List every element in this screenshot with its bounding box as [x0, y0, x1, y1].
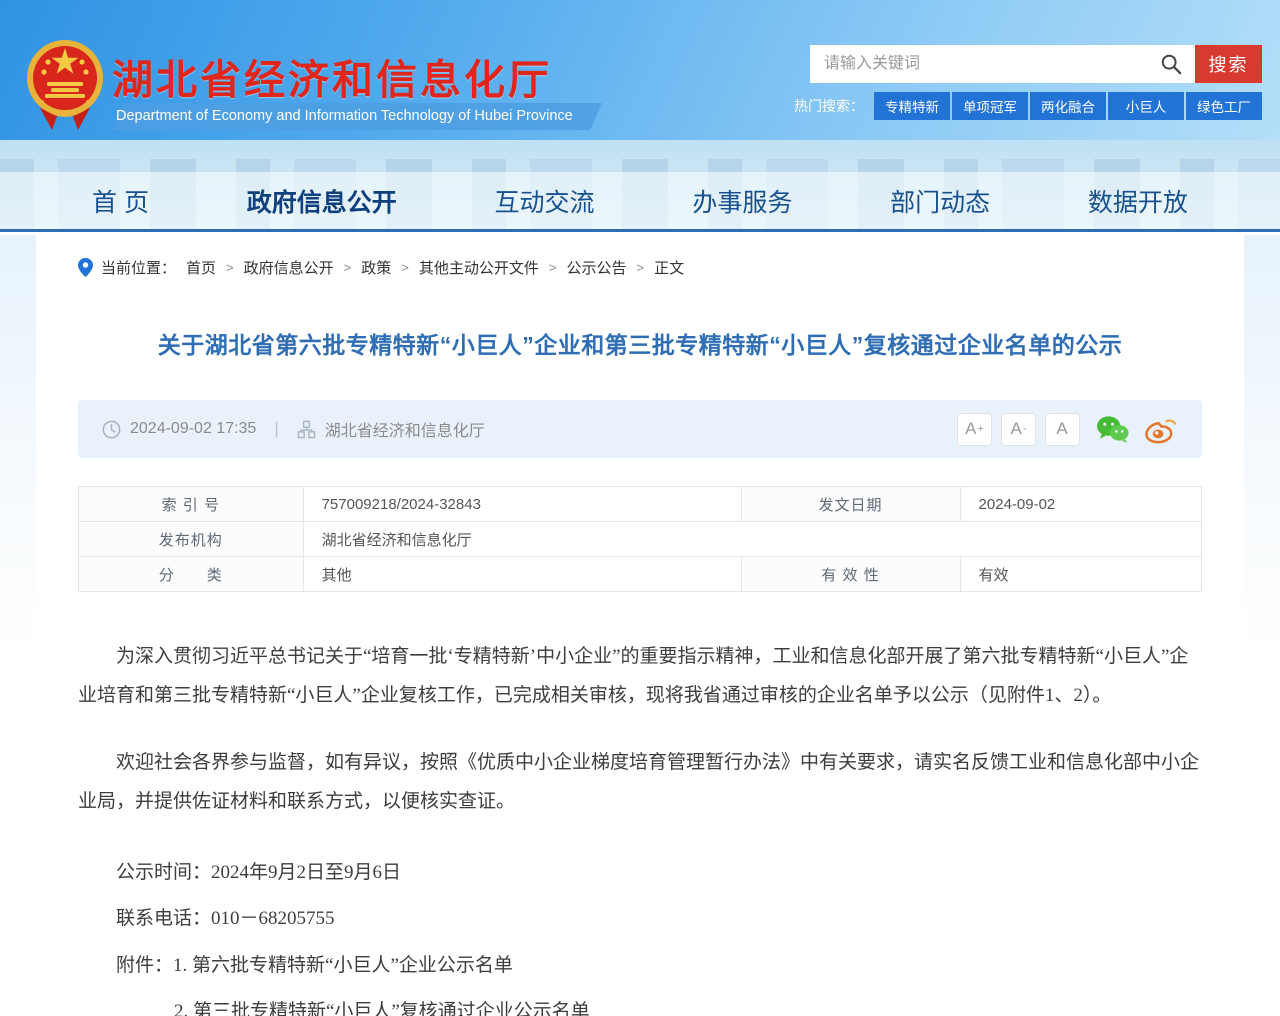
location-pin-icon: [78, 258, 93, 277]
main-nav: 首 页 政府信息公开 互动交流 办事服务 部门动态 数据开放: [0, 172, 1280, 229]
hot-search-row: 热门搜索： 专精特新 单项冠军 两化融合 小巨人 绿色工厂: [794, 92, 1262, 120]
table-row: 索 引 号 757009218/2024-32843 发文日期 2024-09-…: [79, 487, 1202, 522]
hot-tag-lianghuaronghe[interactable]: 两化融合: [1030, 92, 1106, 120]
source-org-icon: [297, 420, 316, 439]
validity-label: 有 效 性: [741, 557, 960, 592]
search-bar: 搜索: [810, 45, 1262, 83]
site-header: 湖北省经济和信息化厅 Department of Economy and Inf…: [0, 0, 1280, 140]
hot-tag-lvsegongchang[interactable]: 绿色工厂: [1186, 92, 1262, 120]
index-number-label: 索 引 号: [79, 487, 304, 522]
page: 湖北省经济和信息化厅 Department of Economy and Inf…: [0, 0, 1280, 1016]
contact-phone-line: 联系电话：010－68205755: [78, 896, 1202, 943]
table-row: 分 类 其他 有 效 性 有效: [79, 557, 1202, 592]
crumb-separator: >: [344, 260, 352, 275]
publisher-label: 发布机构: [79, 522, 304, 557]
issue-date-value: 2024-09-02: [960, 487, 1201, 522]
site-subtitle: Department of Economy and Information Te…: [112, 103, 590, 130]
category-value: 其他: [303, 557, 741, 592]
font-decrease-button[interactable]: A-: [1001, 413, 1036, 446]
meta-right: A+ A- A: [948, 413, 1178, 446]
table-row: 发布机构 湖北省经济和信息化厅: [79, 522, 1202, 557]
meta-divider: |: [274, 419, 278, 439]
document-info-table: 索 引 号 757009218/2024-32843 发文日期 2024-09-…: [78, 486, 1202, 592]
nav-item-services[interactable]: 办事服务: [692, 183, 792, 219]
validity-value: 有效: [960, 557, 1201, 592]
hot-tag-zhuanjingtexin[interactable]: 专精特新: [874, 92, 950, 120]
hot-tag-danxiangguanjun[interactable]: 单项冠军: [952, 92, 1028, 120]
meta-left: 2024-09-02 17:35 | 湖北省经济和信息化厅: [102, 417, 485, 441]
article-card: 当前位置： 首页 > 政府信息公开 > 政策 > 其他主动公开文件 > 公示公告…: [36, 235, 1244, 1016]
nav-item-home[interactable]: 首 页: [92, 183, 149, 219]
publish-source: 湖北省经济和信息化厅: [325, 417, 485, 441]
crumb-policy[interactable]: 政策: [361, 257, 391, 278]
crumb-current-article: 正文: [654, 257, 684, 278]
attachment-link-2[interactable]: 2. 第三批专精特新“小巨人”复核通过企业公示名单: [78, 989, 1202, 1016]
notice-time-line: 公示时间：2024年9月2日至9月6日: [78, 850, 1202, 897]
font-increase-button[interactable]: A+: [957, 413, 992, 446]
content-background: 当前位置： 首页 > 政府信息公开 > 政策 > 其他主动公开文件 > 公示公告…: [0, 235, 1280, 1016]
hot-tag-xiaojuren[interactable]: 小巨人: [1108, 92, 1184, 120]
site-title: 湖北省经济和信息化厅: [112, 46, 552, 106]
search-input[interactable]: [810, 45, 1195, 83]
crumb-gov-info[interactable]: 政府信息公开: [244, 257, 334, 278]
breadcrumb: 当前位置： 首页 > 政府信息公开 > 政策 > 其他主动公开文件 > 公示公告…: [78, 235, 1202, 278]
crumb-other-open-files[interactable]: 其他主动公开文件: [419, 257, 539, 278]
crumb-separator: >: [226, 260, 234, 275]
article-body: 为深入贯彻习近平总书记关于“培育一批‘专精特新’中小企业”的重要指示精神，工业和…: [78, 638, 1202, 1016]
attachments-line-1: 附件：1. 第六批专精特新“小巨人”企业公示名单: [78, 943, 1202, 990]
publisher-value: 湖北省经济和信息化厅: [303, 522, 1201, 557]
category-label: 分 类: [79, 557, 304, 592]
index-number-value: 757009218/2024-32843: [303, 487, 741, 522]
attachment-link-1[interactable]: 1. 第六批专精特新“小巨人”企业公示名单: [173, 955, 513, 976]
wechat-share-icon[interactable]: [1096, 414, 1129, 444]
paragraph: 欢迎社会各界参与监督，如有异议，按照《优质中小企业梯度培育管理暂行办法》中有关要…: [78, 744, 1202, 822]
search-button[interactable]: 搜索: [1195, 45, 1262, 83]
nav-item-gov-info[interactable]: 政府信息公开: [247, 183, 397, 219]
breadcrumb-label: 当前位置：: [101, 257, 176, 278]
nav-item-open-data[interactable]: 数据开放: [1088, 183, 1188, 219]
crumb-home[interactable]: 首页: [186, 257, 216, 278]
weibo-share-icon[interactable]: [1145, 414, 1178, 444]
article-title: 关于湖北省第六批专精特新“小巨人”企业和第三批专精特新“小巨人”复核通过企业名单…: [78, 326, 1202, 360]
font-reset-button[interactable]: A: [1045, 413, 1080, 446]
search-icon: [1160, 53, 1182, 75]
hot-search-label: 热门搜索：: [794, 96, 864, 116]
clock-icon: [102, 420, 121, 439]
banner: 首 页 政府信息公开 互动交流 办事服务 部门动态 数据开放: [0, 140, 1280, 232]
crumb-separator: >: [401, 260, 409, 275]
paragraph: 为深入贯彻习近平总书记关于“培育一批‘专精特新’中小企业”的重要指示精神，工业和…: [78, 638, 1202, 716]
crumb-notices[interactable]: 公示公告: [566, 257, 626, 278]
nav-item-interaction[interactable]: 互动交流: [495, 183, 595, 219]
site-subtitle-ribbon: Department of Economy and Information Te…: [112, 103, 590, 130]
crumb-separator: >: [636, 260, 644, 275]
publish-datetime: 2024-09-02 17:35: [130, 420, 256, 438]
national-emblem-icon: [26, 34, 104, 132]
nav-item-department-news[interactable]: 部门动态: [890, 183, 990, 219]
issue-date-label: 发文日期: [741, 487, 960, 522]
attachments-label: 附件：: [116, 955, 173, 976]
crumb-separator: >: [549, 260, 557, 275]
article-meta-bar: 2024-09-02 17:35 | 湖北省经济和信息化厅 A+ A- A: [78, 400, 1202, 458]
